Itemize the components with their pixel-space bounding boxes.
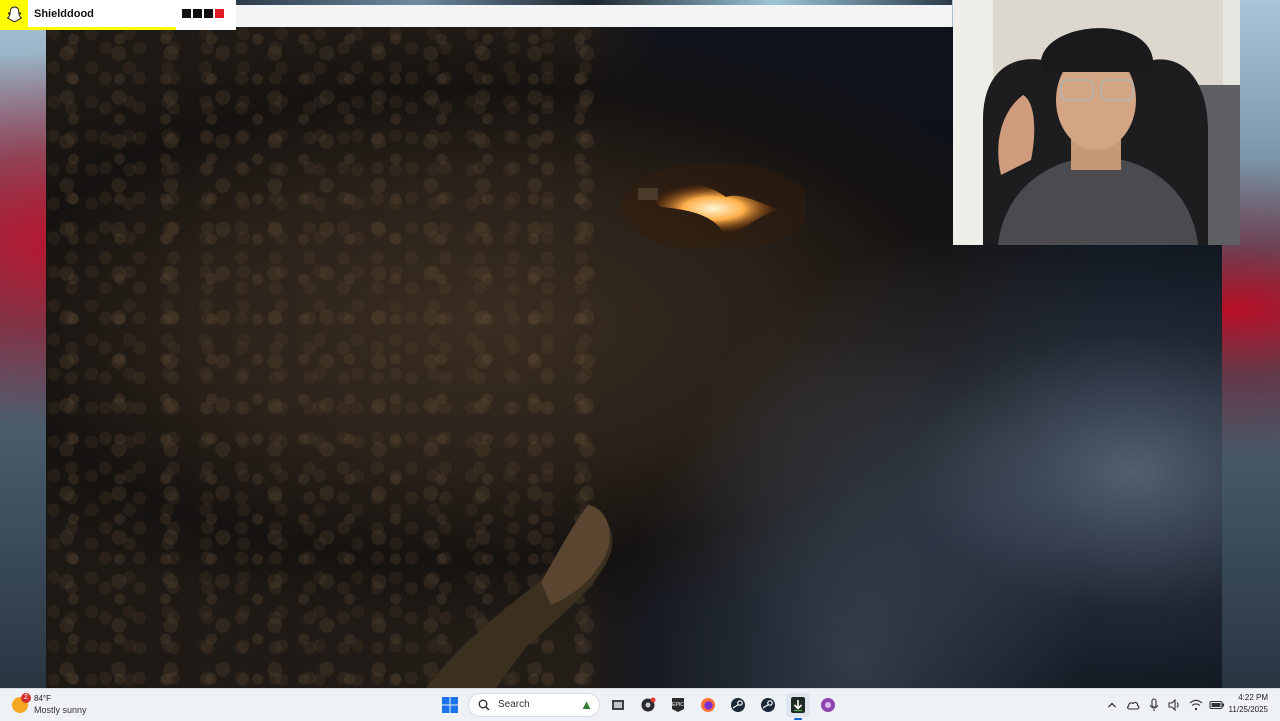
microphone-icon[interactable] (1146, 697, 1162, 713)
weather-description: Mostly sunny (34, 705, 87, 715)
download-app-icon (791, 697, 805, 713)
browser-window-titlebar[interactable] (236, 0, 952, 28)
search-label: Search (498, 699, 530, 710)
torch-flame-icon (621, 162, 806, 247)
firefox-button[interactable] (696, 693, 720, 717)
steam-button[interactable] (726, 693, 750, 717)
wifi-icon[interactable] (1188, 697, 1204, 713)
clock-time: 4:22 PM (1238, 693, 1268, 702)
webcam-person (953, 0, 1240, 245)
system-tray (1104, 695, 1225, 715)
terminal-app-button[interactable] (786, 693, 810, 720)
weather-temperature: 84°F (34, 694, 51, 703)
notification-badge: 2 (21, 693, 31, 703)
window-banner-strip (236, 0, 952, 5)
streamer-name: Shielddood (34, 8, 94, 20)
steam-button-2[interactable] (756, 693, 780, 717)
purple-app-icon (821, 698, 835, 712)
file-explorer-icon (612, 700, 624, 710)
overlay-square-red (215, 9, 224, 18)
taskbar-apps: Search ▲ EPIC (438, 693, 840, 720)
overlay-square (204, 9, 213, 18)
firefox-icon (701, 698, 715, 712)
cloud-icon[interactable] (1125, 697, 1141, 713)
clock-date: 11/25/2025 (1228, 705, 1268, 714)
overlay-square (182, 9, 191, 18)
svg-text:EPIC: EPIC (672, 702, 684, 708)
chevron-up-icon[interactable] (1104, 697, 1120, 713)
overlay-square (193, 9, 202, 18)
search-highlight-tree-icon: ▲ (580, 697, 593, 712)
windows-logo-icon (442, 697, 458, 713)
purple-app-button[interactable] (816, 693, 840, 717)
speaker-icon[interactable] (1167, 697, 1183, 713)
streamer-name-overlay: Shielddood (0, 0, 236, 30)
taskbar-search-input[interactable]: Search ▲ (468, 693, 600, 717)
player-hand (426, 505, 613, 688)
system-clock[interactable]: 4:22 PM 11/25/2025 (1208, 693, 1268, 714)
record-app-icon (641, 697, 656, 712)
overlay-squares (182, 9, 224, 18)
epic-games-button[interactable]: EPIC (666, 693, 690, 717)
search-icon (478, 699, 490, 711)
recorder-app-button[interactable] (636, 693, 660, 717)
webcam-feed (953, 0, 1240, 245)
taskbar: 2 84°F Mostly sunny Search ▲ EPIC 4:22 P… (0, 688, 1280, 721)
weather-widget[interactable]: 2 84°F Mostly sunny (12, 693, 132, 719)
steam-icon (731, 698, 745, 712)
file-explorer-button[interactable] (606, 693, 630, 717)
epic-games-icon: EPIC (672, 698, 684, 712)
steam-icon (761, 698, 775, 712)
start-button[interactable] (438, 693, 462, 717)
snapchat-ghost-icon (7, 6, 22, 22)
overlay-underline (28, 27, 176, 30)
